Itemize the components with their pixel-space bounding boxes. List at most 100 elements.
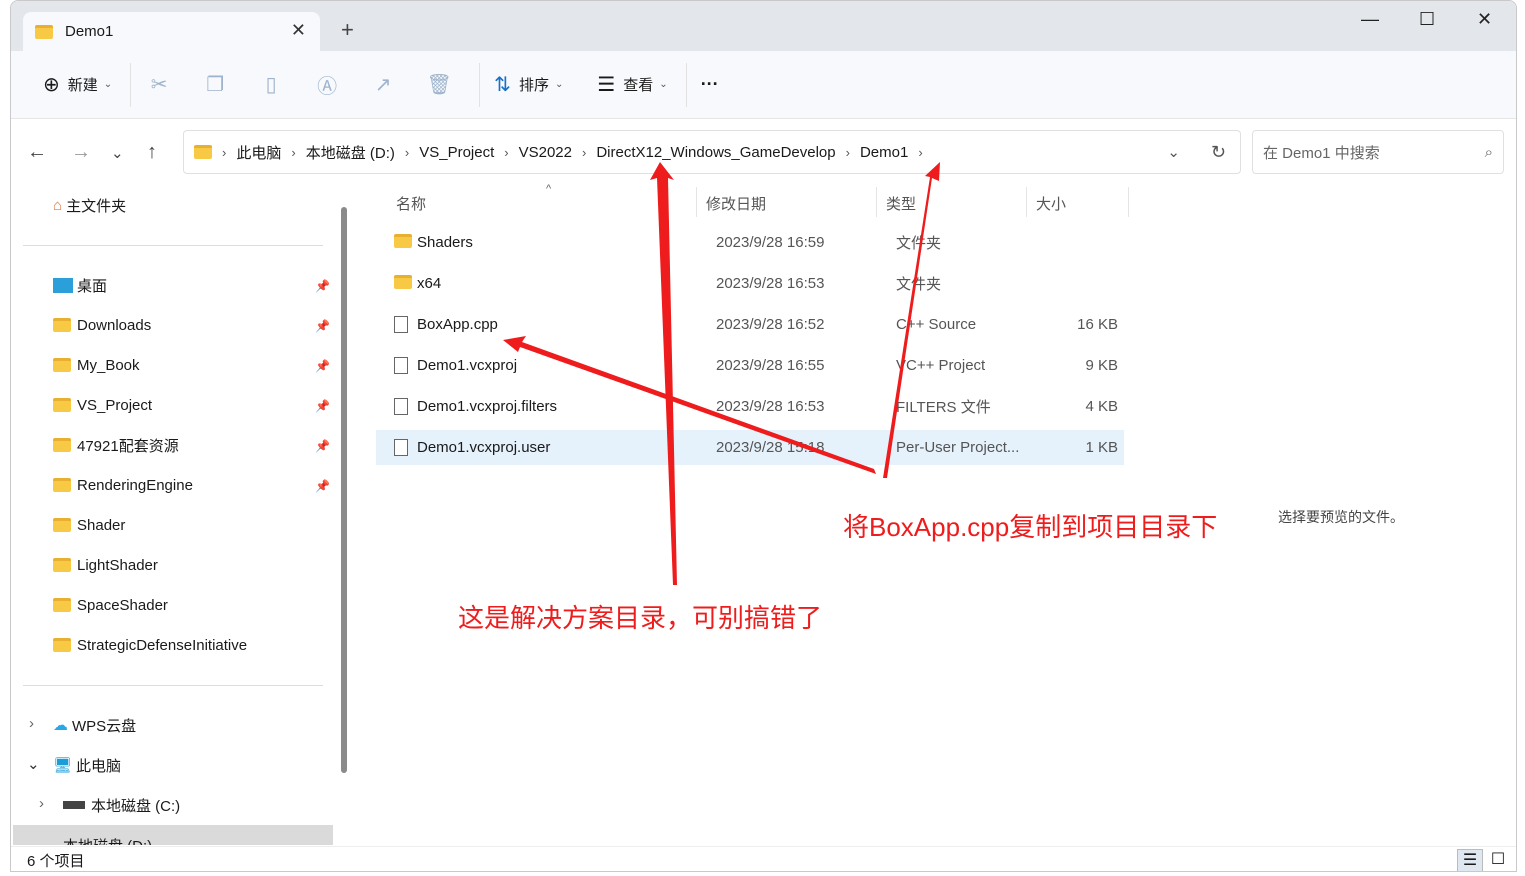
sidebar-item-desktop[interactable]: 桌面 (53, 273, 107, 297)
up-button[interactable]: ↑ (147, 141, 157, 164)
cloud-icon: ☁ (53, 717, 68, 734)
sidebar-item-label: RenderingEngine (77, 476, 193, 494)
copy-button[interactable]: ❐ (193, 65, 245, 105)
column-divider[interactable] (876, 187, 877, 217)
folder-icon (53, 598, 71, 612)
chevron-right-icon[interactable]: › (39, 795, 44, 812)
sidebar-item-wps[interactable]: ☁ WPS云盘 (53, 713, 136, 737)
chevron-down-icon[interactable]: ⌄ (27, 755, 40, 773)
item-count: 6 个项目 (27, 852, 85, 870)
file-row[interactable]: Demo1.vcxproj 2023/9/28 16:55 VC++ Project… (376, 348, 1124, 383)
sidebar-item-47921[interactable]: 47921配套资源 (53, 433, 179, 457)
clipboard-icon: ▯ (265, 74, 277, 96)
cpp-file-icon (394, 316, 408, 333)
sidebar-item-label: Downloads (77, 316, 152, 334)
sidebar-item-label: My_Book (77, 356, 140, 374)
sidebar-scrollbar[interactable] (341, 207, 347, 773)
details-view-button[interactable]: ☰ (1457, 849, 1483, 871)
file-type: 文件夹 (896, 276, 942, 293)
close-tab-icon[interactable]: ✕ (291, 20, 306, 41)
file-name: BoxApp.cpp (417, 316, 498, 333)
column-divider[interactable] (1026, 187, 1027, 217)
pin-icon[interactable]: 📌 (315, 439, 330, 453)
sidebar-item-drive-c[interactable]: 本地磁盘 (C:) (63, 793, 180, 817)
address-dropdown-icon[interactable]: ⌄ (1167, 143, 1180, 161)
sort-button[interactable]: ⇅ 排序 ⌄ (486, 65, 571, 105)
pin-icon[interactable]: 📌 (315, 399, 330, 413)
breadcrumb-item[interactable]: 此电脑 (236, 142, 281, 163)
sidebar-item-home[interactable]: ⌂ 主文件夹 (53, 193, 126, 217)
drive-icon (63, 801, 85, 809)
pin-icon[interactable]: 📌 (315, 359, 330, 373)
divider (685, 62, 687, 107)
sidebar-item-label: 桌面 (77, 277, 108, 295)
sidebar-item-lightshader[interactable]: LightShader (53, 553, 158, 577)
tiles-view-button[interactable]: ☐ (1485, 849, 1511, 871)
chevron-right-icon: › (504, 144, 509, 160)
file-row[interactable]: Demo1.vcxproj.filters 2023/9/28 16:53 FILT… (376, 389, 1124, 424)
rename-button[interactable]: Ⓐ (305, 65, 357, 105)
file-row[interactable]: Demo1.vcxproj.user 2023/9/28 15:18 Per-Use… (376, 430, 1124, 465)
column-divider[interactable] (1128, 187, 1129, 217)
sidebar-item-shader[interactable]: Shader (53, 513, 125, 537)
paste-button[interactable]: ▯ (249, 65, 301, 105)
sidebar-item-vs-project[interactable]: VS_Project (53, 393, 152, 417)
chevron-right-icon: › (582, 144, 587, 160)
recent-dropdown-button[interactable]: ⌄ (111, 144, 124, 162)
sidebar-item-my-book[interactable]: My_Book (53, 353, 140, 377)
pin-icon[interactable]: 📌 (315, 279, 330, 293)
sidebar-item-label: 此电脑 (76, 757, 122, 775)
sidebar-item-downloads[interactable]: Downloads (53, 313, 151, 337)
sidebar-item-label: WPS云盘 (72, 717, 137, 735)
minimize-button[interactable]: — (1361, 9, 1379, 30)
delete-button[interactable]: 🗑 (417, 65, 469, 105)
column-divider[interactable] (696, 187, 697, 217)
back-button[interactable]: ← (27, 141, 47, 164)
share-button[interactable]: ↗ (361, 65, 413, 105)
column-header-type[interactable]: 类型 (886, 193, 916, 214)
chevron-right-icon: › (222, 144, 227, 160)
folder-icon (53, 318, 71, 332)
file-row[interactable]: Shaders 2023/9/28 16:59 文件夹 (376, 225, 1124, 260)
folder-icon (53, 518, 71, 532)
pin-icon[interactable]: 📌 (315, 479, 330, 493)
new-label: 新建 (67, 77, 98, 94)
tab-title: Demo1 (65, 23, 114, 40)
file-type: C++ Source (896, 316, 977, 333)
breadcrumb-item[interactable]: DirectX12_Windows_GameDevelop (596, 144, 835, 161)
breadcrumb-item[interactable]: VS_Project (419, 144, 494, 161)
file-name: Shaders (417, 234, 473, 251)
column-header-name[interactable]: 名称 (396, 193, 426, 214)
forward-button[interactable]: → (71, 141, 91, 164)
chevron-right-icon: › (918, 144, 923, 160)
more-button[interactable]: ··· (693, 65, 727, 105)
chevron-right-icon[interactable]: › (29, 715, 34, 732)
file-name: Demo1.vcxproj (417, 357, 518, 374)
vs-user-file-icon (394, 439, 408, 456)
search-input[interactable]: 在 Demo1 中搜索 ⌕ (1252, 130, 1504, 174)
sidebar-item-spaceshader[interactable]: SpaceShader (53, 593, 168, 617)
sidebar-item-renderingengine[interactable]: RenderingEngine (53, 473, 193, 497)
file-row[interactable]: x64 2023/9/28 16:53 文件夹 (376, 266, 1124, 301)
new-tab-button[interactable]: + (341, 17, 354, 43)
column-header-size[interactable]: 大小 (1036, 193, 1066, 214)
tab-demo1[interactable]: Demo1 ✕ (23, 12, 320, 51)
sidebar-item-strategicdefense[interactable]: StrategicDefenseInitiative (53, 633, 247, 657)
close-window-button[interactable]: ✕ (1477, 9, 1492, 30)
breadcrumb-item[interactable]: Demo1 (860, 144, 908, 161)
preview-pane-message: 选择要预览的文件。 (1278, 509, 1404, 525)
column-header-date[interactable]: 修改日期 (706, 193, 766, 214)
file-row[interactable]: BoxApp.cpp 2023/9/28 16:52 C++ Source 16 KB (376, 307, 1124, 342)
cut-button[interactable]: ✂ (137, 65, 189, 105)
sidebar-item-drive-d[interactable]: 本地磁盘 (D:) (13, 825, 333, 845)
pin-icon[interactable]: 📌 (315, 319, 330, 333)
refresh-icon[interactable]: ↻ (1211, 142, 1226, 163)
sidebar-item-this-pc[interactable]: 🖥 此电脑 (53, 753, 121, 777)
breadcrumb-item[interactable]: 本地磁盘 (D:) (306, 142, 395, 163)
sidebar-item-label: Shader (77, 516, 126, 534)
new-button[interactable]: ⊕ 新建 ⌄ (35, 65, 120, 105)
address-bar[interactable]: › 此电脑 › 本地磁盘 (D:) › VS_Project › VS2022 › Di… (183, 130, 1241, 174)
breadcrumb-item[interactable]: VS2022 (519, 144, 572, 161)
maximize-button[interactable]: ☐ (1419, 9, 1435, 30)
view-button[interactable]: ☰ 查看 ⌄ (589, 65, 675, 105)
